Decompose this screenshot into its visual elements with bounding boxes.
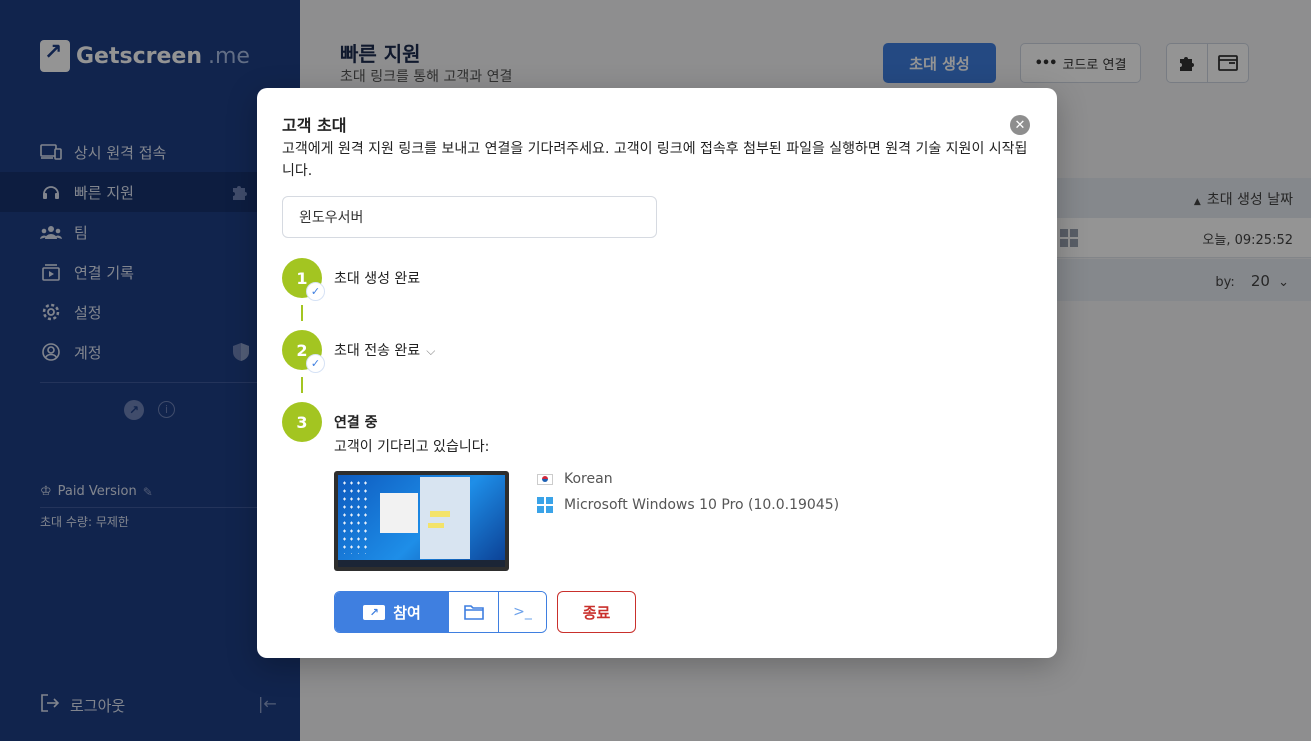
end-button[interactable]: 종료 (557, 591, 636, 633)
file-transfer-button[interactable] (449, 592, 499, 632)
language-label: Korean (564, 471, 613, 487)
step-connector (301, 377, 303, 393)
terminal-button[interactable]: >_ (499, 592, 546, 632)
preview-highlight (428, 523, 444, 528)
check-icon: ✓ (306, 282, 325, 301)
preview-highlight (430, 511, 450, 517)
folder-icon (463, 605, 484, 620)
windows-icon (537, 497, 553, 513)
close-icon[interactable]: ✕ (1010, 115, 1030, 135)
dialog-title: 고객 초대 (282, 116, 347, 135)
client-screen-preview[interactable] (334, 471, 509, 571)
join-button-group: ↗ 참여 >_ (334, 591, 547, 633)
join-label: 참여 (393, 603, 421, 622)
waiting-text: 고객이 기다리고 있습니다: (334, 439, 490, 455)
client-os: Microsoft Windows 10 Pro (10.0.19045) (537, 497, 839, 513)
preview-taskbar (338, 560, 505, 567)
dialog-description: 고객에게 원격 지원 링크를 보내고 연결을 기다려주세요. 고객이 링크에 접… (282, 141, 1028, 179)
step-label-toggle[interactable]: 초대 전송 완료 ⌵ (334, 340, 435, 360)
client-language: Korean (537, 471, 613, 487)
preview-chat-window (420, 477, 470, 559)
os-label: Microsoft Windows 10 Pro (10.0.19045) (564, 497, 840, 513)
korea-flag-icon (537, 473, 553, 485)
step-label: 초대 전송 완료 (334, 343, 421, 359)
check-icon: ✓ (306, 354, 325, 373)
preview-desktop-icons (341, 479, 371, 554)
preview-screen (338, 475, 505, 567)
remote-arrow-icon: ↗ (363, 604, 386, 620)
step-number: 3 (282, 402, 322, 442)
invite-dialog: 고객 초대 ✕ 고객에게 원격 지원 링크를 보내고 연결을 기다려주세요. 고… (257, 88, 1057, 658)
step-connector (301, 305, 303, 321)
chevron-down-icon: ⌵ (426, 344, 436, 358)
terminal-icon: >_ (513, 604, 532, 620)
invite-name-input[interactable] (282, 196, 657, 238)
step-label: 초대 생성 완료 (334, 271, 421, 287)
join-button[interactable]: ↗ 참여 (335, 592, 449, 632)
preview-window (380, 493, 418, 533)
step-label: 연결 중 (334, 415, 378, 431)
